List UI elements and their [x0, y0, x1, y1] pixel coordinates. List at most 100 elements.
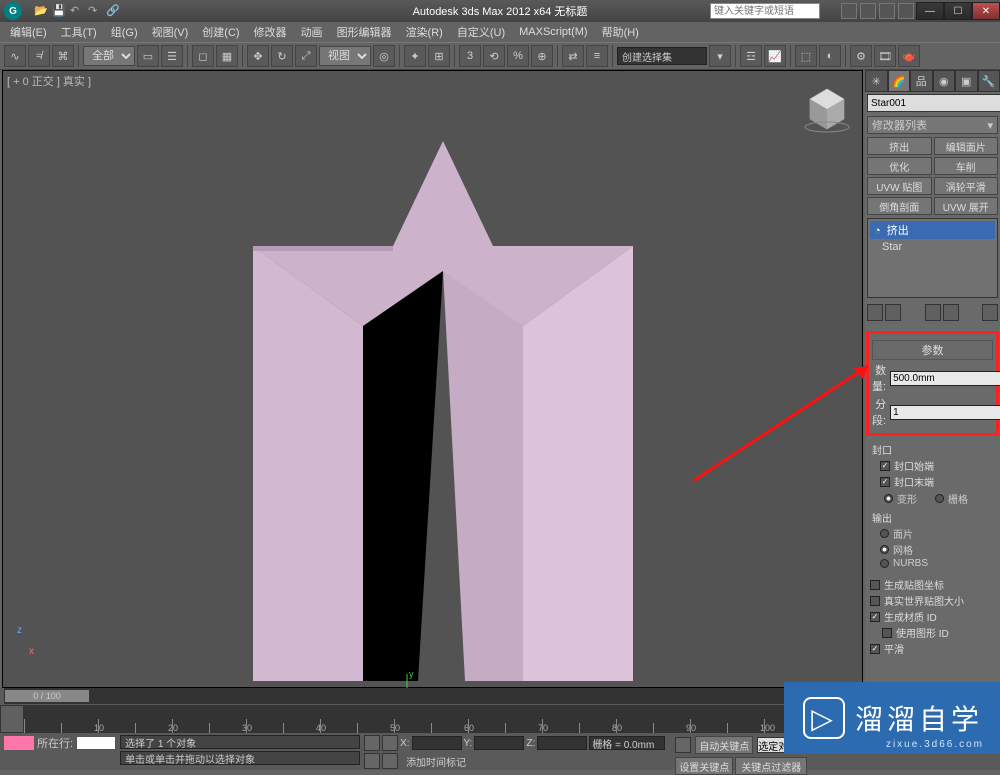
- menu-maxscript[interactable]: MAXScript(M): [513, 24, 593, 40]
- useshape-checkbox[interactable]: [882, 628, 892, 638]
- rendersetup-icon[interactable]: ⚙: [850, 45, 872, 67]
- show-end-icon[interactable]: [885, 304, 901, 321]
- quick-mod-extrude[interactable]: 挤出: [867, 137, 932, 155]
- stack-item-extrude[interactable]: ◔ 挤出: [870, 221, 995, 239]
- out-mesh-radio[interactable]: [880, 545, 889, 554]
- menu-edit[interactable]: 编辑(E): [4, 22, 53, 42]
- minimize-button[interactable]: —: [916, 2, 944, 20]
- move-icon[interactable]: ✥: [247, 45, 269, 67]
- menu-customize[interactable]: 自定义(U): [451, 22, 511, 42]
- ref-coord[interactable]: 视图: [319, 46, 371, 66]
- window-crossing-icon[interactable]: ▦: [216, 45, 238, 67]
- anglesnap-icon[interactable]: ⟲: [483, 45, 505, 67]
- stack-item-star[interactable]: Star: [870, 240, 995, 254]
- tab-hierarchy[interactable]: 品: [910, 70, 933, 92]
- snap-icon[interactable]: 3: [459, 45, 481, 67]
- tab-motion[interactable]: ◉: [933, 70, 956, 92]
- menu-tools[interactable]: 工具(T): [55, 22, 103, 42]
- location-input[interactable]: [76, 736, 116, 750]
- remove-mod-icon[interactable]: [943, 304, 959, 321]
- manip-icon[interactable]: ✦: [404, 45, 426, 67]
- align-icon[interactable]: ≡: [586, 45, 608, 67]
- out-nurbs-radio[interactable]: [880, 559, 889, 568]
- menu-views[interactable]: 视图(V): [146, 22, 195, 42]
- render-icon[interactable]: 🫖: [898, 45, 920, 67]
- help-search-input[interactable]: [710, 3, 820, 19]
- spinnersnap-icon[interactable]: ⊕: [531, 45, 553, 67]
- iso-icon[interactable]: [382, 735, 398, 751]
- keymode-icon[interactable]: ⊞: [428, 45, 450, 67]
- named-selection-input[interactable]: [617, 47, 707, 65]
- menu-grapheditors[interactable]: 图形编辑器: [331, 22, 398, 42]
- menu-group[interactable]: 组(G): [105, 22, 144, 42]
- cap-start-checkbox[interactable]: [880, 461, 890, 471]
- tab-create[interactable]: ✳: [865, 70, 888, 92]
- schematic-icon[interactable]: ⬚: [795, 45, 817, 67]
- close-button[interactable]: ✕: [972, 2, 1000, 20]
- quick-mod-lathe[interactable]: 车削: [934, 157, 999, 175]
- qat-save-icon[interactable]: 💾: [52, 4, 66, 18]
- autokey-button[interactable]: 自动关键点: [695, 736, 753, 754]
- grid-radio[interactable]: [935, 494, 944, 503]
- quick-mod-optimize[interactable]: 优化: [867, 157, 932, 175]
- modifier-list-dropdown[interactable]: 修改器列表▾: [867, 116, 998, 134]
- viewcube[interactable]: [800, 79, 854, 133]
- select-rect-icon[interactable]: ◻: [192, 45, 214, 67]
- rollout-header[interactable]: 参数: [872, 340, 993, 360]
- unlink-icon[interactable]: ≉: [28, 45, 50, 67]
- time-handle[interactable]: 0 / 100: [4, 689, 90, 703]
- coord-z-input[interactable]: [537, 736, 587, 750]
- link-icon[interactable]: ∿: [4, 45, 26, 67]
- quick-mod-unwrap[interactable]: UVW 展开: [934, 197, 999, 215]
- matedit-icon[interactable]: ◐: [819, 45, 841, 67]
- pin-stack-icon[interactable]: [867, 304, 883, 321]
- layers-icon[interactable]: ☲: [740, 45, 762, 67]
- info-help-icon[interactable]: [879, 3, 895, 19]
- out-patch-radio[interactable]: [880, 529, 889, 538]
- menu-help[interactable]: 帮助(H): [596, 22, 645, 42]
- app-logo[interactable]: G: [4, 2, 22, 20]
- qat-open-icon[interactable]: 📂: [34, 4, 48, 18]
- key-icon[interactable]: [675, 737, 691, 753]
- configure-sets-icon[interactable]: [982, 304, 998, 321]
- viewport-label[interactable]: [ + 0 正交 ] 真实 ]: [7, 73, 91, 89]
- morph-radio[interactable]: [884, 494, 893, 503]
- info-search-icon[interactable]: [841, 3, 857, 19]
- menu-modifiers[interactable]: 修改器: [248, 22, 293, 42]
- genmap-checkbox[interactable]: [870, 580, 880, 590]
- quick-mod-editpatch[interactable]: 编辑面片: [934, 137, 999, 155]
- selection-filter[interactable]: 全部: [83, 46, 135, 66]
- smooth-checkbox[interactable]: [870, 644, 880, 654]
- menu-rendering[interactable]: 渲染(R): [400, 22, 449, 42]
- make-unique-icon[interactable]: [925, 304, 941, 321]
- keyfilter-button[interactable]: 关键点过滤器: [735, 757, 807, 775]
- pctsnap-icon[interactable]: %: [507, 45, 529, 67]
- select-icon[interactable]: ▭: [137, 45, 159, 67]
- menu-animation[interactable]: 动画: [295, 22, 329, 42]
- realworld-checkbox[interactable]: [870, 596, 880, 606]
- quick-mod-bevelprofile[interactable]: 倒角剖面: [867, 197, 932, 215]
- info-signin-icon[interactable]: [898, 3, 914, 19]
- segments-spinner[interactable]: ▲▼: [890, 405, 1000, 420]
- coord-x-input[interactable]: [412, 736, 462, 750]
- select-name-icon[interactable]: ☰: [161, 45, 183, 67]
- object-name-input[interactable]: [867, 94, 1000, 112]
- amount-spinner[interactable]: ▲▼: [890, 371, 1000, 386]
- curve-icon[interactable]: 📈: [764, 45, 786, 67]
- script-icon[interactable]: [364, 753, 380, 769]
- lock-icon[interactable]: [364, 735, 380, 751]
- setkey-button[interactable]: 设置关键点: [675, 757, 733, 775]
- maximize-button[interactable]: ☐: [944, 2, 972, 20]
- qat-redo-icon[interactable]: ↷: [88, 4, 102, 18]
- tab-modify[interactable]: 🌈: [888, 70, 911, 92]
- menu-create[interactable]: 创建(C): [196, 22, 245, 42]
- quick-mod-turbosmooth[interactable]: 涡轮平滑: [934, 177, 999, 195]
- renderframe-icon[interactable]: 🎞: [874, 45, 896, 67]
- rotate-icon[interactable]: ↻: [271, 45, 293, 67]
- mirror-icon[interactable]: ⇄: [562, 45, 584, 67]
- quick-mod-uvwmap[interactable]: UVW 贴图: [867, 177, 932, 195]
- scale-icon[interactable]: ⤢: [295, 45, 317, 67]
- bind-icon[interactable]: ⌘: [52, 45, 74, 67]
- add-time-marker[interactable]: 添加时间标记: [406, 754, 466, 769]
- viewport[interactable]: [ + 0 正交 ] 真实 ] y x zx: [2, 70, 863, 688]
